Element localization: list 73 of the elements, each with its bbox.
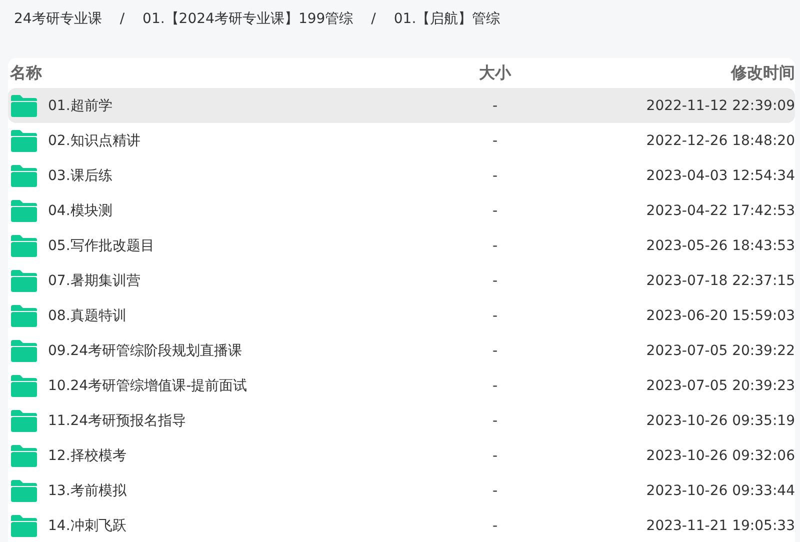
folder-icon [9, 234, 39, 258]
file-size: - [491, 378, 499, 394]
file-name: 05.写作批改题目 [48, 236, 156, 254]
file-name: 04.模块测 [48, 202, 114, 220]
column-header: 名称 [8, 62, 43, 84]
modified-time: 2023-10-26 09:32:06 [645, 448, 795, 464]
breadcrumb-separator: / [371, 11, 376, 27]
folder-icon [9, 408, 39, 432]
file-size: - [491, 342, 499, 358]
breadcrumb-link[interactable]: 01.【2024考研专业课】199管综 [142, 10, 354, 28]
file-size: - [491, 98, 499, 114]
file-size: - [491, 482, 499, 498]
file-size: - [491, 238, 499, 254]
modified-time: 2022-12-26 18:48:20 [645, 132, 795, 148]
file-size: - [491, 168, 499, 184]
file-size: - [491, 272, 499, 288]
folder-icon [9, 338, 39, 362]
folder-icon [9, 444, 39, 468]
folder-icon [9, 268, 39, 292]
file-name: 09.24考研管综阶段规划直播课 [48, 342, 244, 360]
file-name: 08.真题特训 [48, 306, 128, 324]
file-name: 10.24考研管综增值课-提前面试 [48, 376, 248, 394]
breadcrumb-link[interactable]: 01.【启航】管综 [394, 10, 500, 28]
modified-time: 2022-11-12 22:39:09 [645, 98, 795, 114]
file-row[interactable]: 03.课后练 - 2023-04-03 12:54:34 [8, 158, 795, 193]
file-name: 13.考前模拟 [48, 482, 128, 500]
file-row[interactable]: 08.真题特训 - 2023-06-20 15:59:03 [8, 298, 795, 333]
folder-icon [9, 478, 39, 502]
file-row[interactable]: 10.24考研管综增值课-提前面试 - 2023-07-05 20:39:23 [8, 368, 795, 403]
file-name: 12.择校模考 [48, 446, 128, 464]
file-row[interactable]: 14.冲刺飞跃 - 2023-11-21 19:05:33 [8, 508, 795, 542]
file-size: - [491, 202, 499, 218]
modified-time: 2023-05-26 18:43:53 [645, 238, 795, 254]
column-header: 大小 [478, 62, 512, 84]
file-row[interactable]: 05.写作批改题目 - 2023-05-26 18:43:53 [8, 228, 795, 263]
modified-time: 2023-07-05 20:39:22 [645, 342, 795, 358]
folder-icon [9, 128, 39, 152]
file-size: - [491, 308, 499, 324]
modified-time: 2023-11-21 19:05:33 [645, 518, 795, 534]
file-row[interactable]: 11.24考研预报名指导 - 2023-10-26 09:35:19 [8, 403, 795, 438]
file-size: - [491, 518, 499, 534]
breadcrumb-link[interactable]: 24考研专业课 [14, 10, 102, 28]
file-row[interactable]: 12.择校模考 - 2023-10-26 09:32:06 [8, 438, 795, 473]
file-row[interactable]: 01.超前学 - 2022-11-12 22:39:09 [8, 88, 795, 123]
breadcrumb-separator: / [120, 11, 125, 27]
modified-time: 2023-04-03 12:54:34 [645, 168, 795, 184]
file-size: - [491, 132, 499, 148]
folder-icon [9, 164, 39, 188]
modified-time: 2023-07-05 20:39:23 [645, 378, 795, 394]
modified-time: 2023-04-22 17:42:53 [645, 202, 795, 218]
file-name: 14.冲刺飞跃 [48, 516, 128, 534]
folder-icon [9, 514, 39, 538]
file-row[interactable]: 09.24考研管综阶段规划直播课 - 2023-07-05 20:39:22 [8, 333, 795, 368]
file-row[interactable]: 07.暑期集训营 - 2023-07-18 22:37:15 [8, 263, 795, 298]
file-row[interactable]: 04.模块测 - 2023-04-22 17:42:53 [8, 193, 795, 228]
folder-icon [9, 374, 39, 398]
file-name: 01.超前学 [48, 96, 114, 114]
file-row[interactable]: 13.考前模拟 - 2023-10-26 09:33:44 [8, 473, 795, 508]
file-name: 11.24考研预报名指导 [48, 412, 188, 430]
file-name: 07.暑期集训营 [48, 272, 142, 290]
column-header: 修改时间 [730, 62, 795, 84]
folder-icon [9, 198, 39, 222]
file-name: 03.课后练 [48, 166, 114, 184]
file-size: - [491, 448, 499, 464]
modified-time: 2023-10-26 09:35:19 [645, 412, 795, 428]
modified-time: 2023-07-18 22:37:15 [645, 272, 795, 288]
file-name: 02.知识点精讲 [48, 132, 142, 150]
modified-time: 2023-10-26 09:33:44 [645, 482, 795, 498]
folder-icon [9, 304, 39, 328]
modified-time: 2023-06-20 15:59:03 [645, 308, 795, 324]
file-row[interactable]: 02.知识点精讲 - 2022-12-26 18:48:20 [8, 123, 795, 158]
file-size: - [491, 412, 499, 428]
folder-icon [9, 94, 39, 118]
